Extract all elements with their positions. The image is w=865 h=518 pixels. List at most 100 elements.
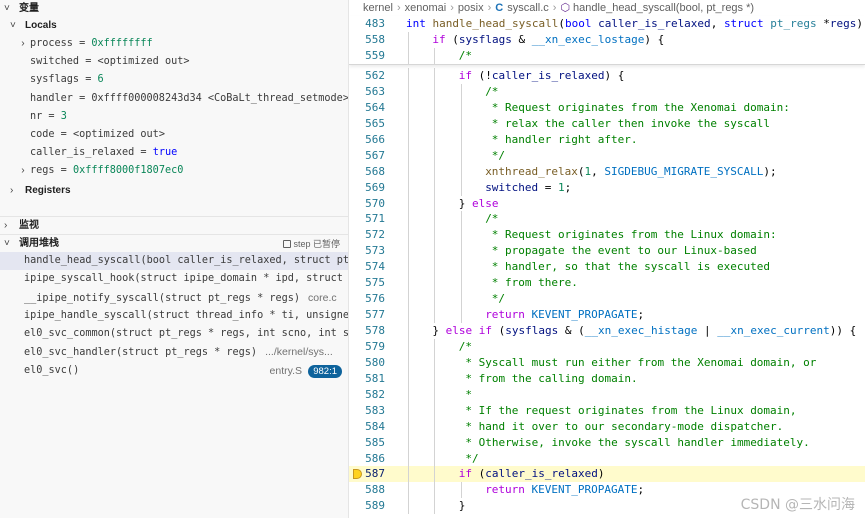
variable-row[interactable]: › regs = 0xffff8000f1807ec0	[0, 162, 348, 180]
indent-guide	[434, 275, 436, 292]
code-line[interactable]: 585 * Otherwise, invoke the syscall hand…	[349, 434, 865, 451]
line-number: 581	[365, 371, 385, 385]
indent-guide	[460, 163, 462, 180]
variable-name: handler	[30, 92, 73, 104]
code-line[interactable]: 581 * from the calling domain.	[349, 370, 865, 387]
indent-guide	[434, 291, 436, 308]
line-number: 569	[365, 180, 385, 194]
code-line[interactable]: 573 * propagate the event to our Linux-b…	[349, 243, 865, 260]
code-text: */	[458, 451, 479, 465]
indent-guide	[460, 243, 462, 260]
code-line[interactable]: 580 * Syscall must run either from the X…	[349, 354, 865, 371]
code-line[interactable]: 567 */	[349, 147, 865, 164]
variable-row[interactable]: handler = 0xffff000008243d34 <CoBaLt_thr…	[0, 90, 348, 108]
variable-row[interactable]: switched = <optimized out>	[0, 53, 348, 71]
indent-guide	[408, 307, 409, 324]
breadcrumb-file[interactable]: syscall.c	[507, 0, 549, 16]
code-text: /*	[485, 84, 499, 98]
sticky-scroll-header[interactable]: 483 int handle_head_syscall(bool caller_i…	[349, 16, 865, 65]
callstack-frame[interactable]: ipipe_syscall_hook(struct ipipe_domain *…	[0, 270, 348, 288]
callstack-frame[interactable]: __ipipe_notify_syscall(struct pt_regs * …	[0, 289, 348, 307]
indent-guide	[434, 227, 436, 244]
code-text: * propagate the event to our Linux-based	[485, 244, 757, 258]
variable-name: switched	[30, 56, 80, 68]
code-line[interactable]: 564 * Request originates from the Xenoma…	[349, 99, 865, 116]
code-line[interactable]: 582 *	[349, 386, 865, 403]
code-line[interactable]: 578} else if (sysflags & (__xn_exec_hist…	[349, 323, 865, 339]
code-lines: 562 if (!caller_is_relaxed) {563/* 564 * R…	[349, 68, 865, 515]
callstack-list: handle_head_syscall(bool caller_is_relax…	[0, 252, 348, 380]
indent-guide	[434, 68, 436, 84]
breadcrumb-item[interactable]: xenomai	[405, 0, 447, 16]
frame-function: el0_svc()	[24, 364, 80, 376]
indent-guide	[434, 147, 436, 164]
code-editor[interactable]: kernel › xenomai › posix › Csyscall.c › ⬡ handle_…	[349, 0, 865, 518]
indent-guide	[408, 31, 409, 48]
indent-guide	[408, 211, 409, 228]
callstack-frame[interactable]: el0_svc_common(struct pt_regs * regs, in…	[0, 325, 348, 343]
watch-section-header[interactable]: › 监视	[0, 217, 348, 235]
variable-row[interactable]: caller_is_relaxed = true	[0, 144, 348, 162]
indent-guide	[408, 434, 409, 451]
breadcrumb-item[interactable]: posix	[458, 0, 484, 16]
breadcrumb-item[interactable]: kernel	[363, 0, 393, 16]
locals-scope-header[interactable]: ˅ Locals	[0, 17, 348, 35]
indent-guide	[460, 131, 462, 148]
frame-file: entry.S	[269, 364, 302, 377]
code-line[interactable]: 563 /*	[349, 83, 865, 100]
code-line[interactable]: 577 return KEVENT_PROPAGATE;	[349, 307, 865, 324]
code-line[interactable]: 568 xnthread_relax(1, SIGDEBUG_MIGRATE_SY…	[349, 163, 865, 180]
code-line[interactable]: 562 if (!caller_is_relaxed) {	[349, 68, 865, 84]
code-line[interactable]: 569 switched = 1;	[349, 179, 865, 196]
code-line[interactable]: 576 */	[349, 291, 865, 308]
indent-guide	[408, 227, 409, 244]
variable-value: 3	[60, 110, 67, 122]
line-number: 483	[365, 17, 385, 30]
code-line[interactable]: 586 */	[349, 450, 865, 467]
code-line[interactable]: 574 * handler, so that the syscall is ex…	[349, 259, 865, 276]
variable-row[interactable]: nr = 3	[0, 108, 348, 126]
indent-guide	[408, 68, 409, 84]
code-text: } else	[458, 196, 499, 210]
locals-title: Locals	[25, 20, 57, 31]
variable-row[interactable]: code = <optimized out>	[0, 126, 348, 144]
code-line[interactable]: 572 * Request originates from the Linux …	[349, 227, 865, 244]
code-line[interactable]: 566 * handler right after.	[349, 131, 865, 148]
code-line[interactable]: 583 * If the request originates from the…	[349, 402, 865, 419]
callstack-frame[interactable]: ipipe_handle_syscall(struct thread_info …	[0, 307, 348, 325]
indent-guide	[434, 338, 436, 355]
code-text: int handle_head_syscall(bool caller_is_r…	[406, 17, 864, 30]
code-line[interactable]: 587 if (caller_is_relaxed)	[349, 466, 865, 483]
code-text: */	[485, 292, 506, 306]
code-line[interactable]: 579 /*	[349, 338, 865, 355]
code-line[interactable]: 570 } else	[349, 195, 865, 212]
variable-value: 6	[97, 74, 104, 86]
code-line[interactable]: 565 * relax the caller then invoke the s…	[349, 115, 865, 132]
variable-row[interactable]: › process = 0xffffffff	[0, 35, 348, 53]
variable-value: 0xffff000008243d34 <CoBaLt_thread_setmod…	[91, 92, 348, 104]
registers-scope-header[interactable]: › Registers	[0, 182, 348, 200]
indent-guide	[460, 275, 462, 292]
callstack-frame[interactable]: el0_svc_handler(struct pt_regs * regs)..…	[0, 343, 348, 361]
code-line[interactable]: 575 * from there.	[349, 275, 865, 292]
line-number: 567	[365, 148, 385, 162]
line-number: 588	[365, 483, 385, 497]
breadcrumb-symbol[interactable]: handle_head_syscall(bool, pt_regs *)	[573, 0, 754, 16]
line-number: 570	[365, 196, 385, 210]
indent-guide	[434, 163, 436, 180]
callstack-frame[interactable]: el0_svc() entry.S 982:1	[0, 362, 348, 380]
variable-row[interactable]: sysflags = 6	[0, 71, 348, 89]
line-number: 579	[365, 339, 385, 353]
code-text: *	[458, 387, 473, 401]
callstack-title: 调用堆栈	[19, 238, 59, 249]
chevron-right-icon[interactable]: ›	[18, 35, 28, 53]
code-line[interactable]: 571 /*	[349, 211, 865, 228]
breadcrumb: kernel › xenomai › posix › Csyscall.c › ⬡ handle_…	[349, 0, 865, 16]
callstack-frame[interactable]: handle_head_syscall(bool caller_is_relax…	[0, 252, 348, 271]
chevron-right-icon[interactable]: ›	[18, 162, 28, 180]
indent-guide	[460, 307, 462, 324]
variables-section-header[interactable]: ˅ 变量	[0, 0, 348, 18]
code-line[interactable]: 584 * hand it over to our secondary-mode…	[349, 418, 865, 435]
frame-file: core.c	[308, 291, 337, 304]
code-text: xnthread_relax(1, SIGDEBUG_MIGRATE_SYSCA…	[485, 164, 777, 178]
